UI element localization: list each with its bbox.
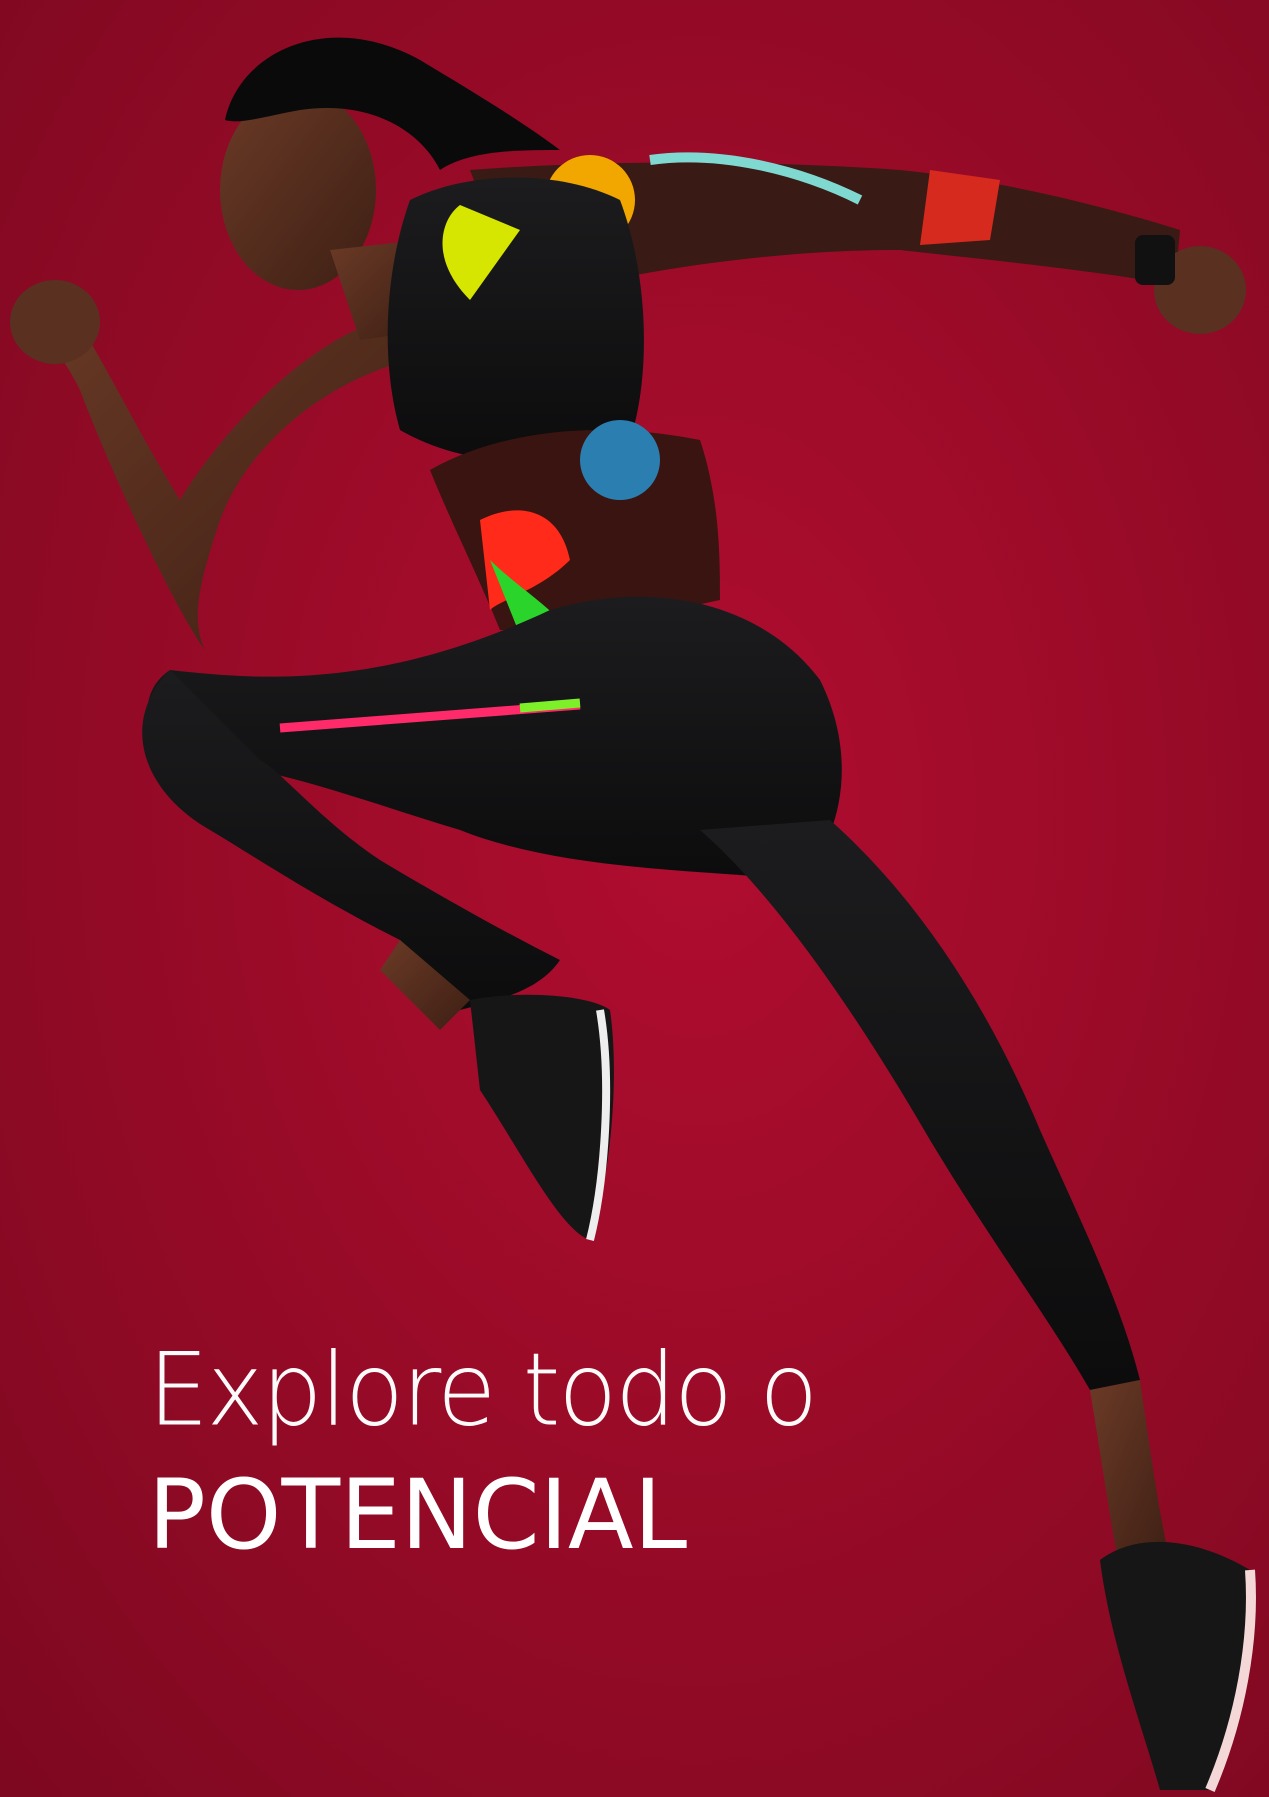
headline-line1: Explore todo o [148, 1330, 818, 1449]
headline: Explore todo o POTENCIAL [148, 1330, 818, 1580]
hero-poster: Explore todo o POTENCIAL [0, 0, 1269, 1797]
headline-line2: POTENCIAL [148, 1459, 688, 1571]
